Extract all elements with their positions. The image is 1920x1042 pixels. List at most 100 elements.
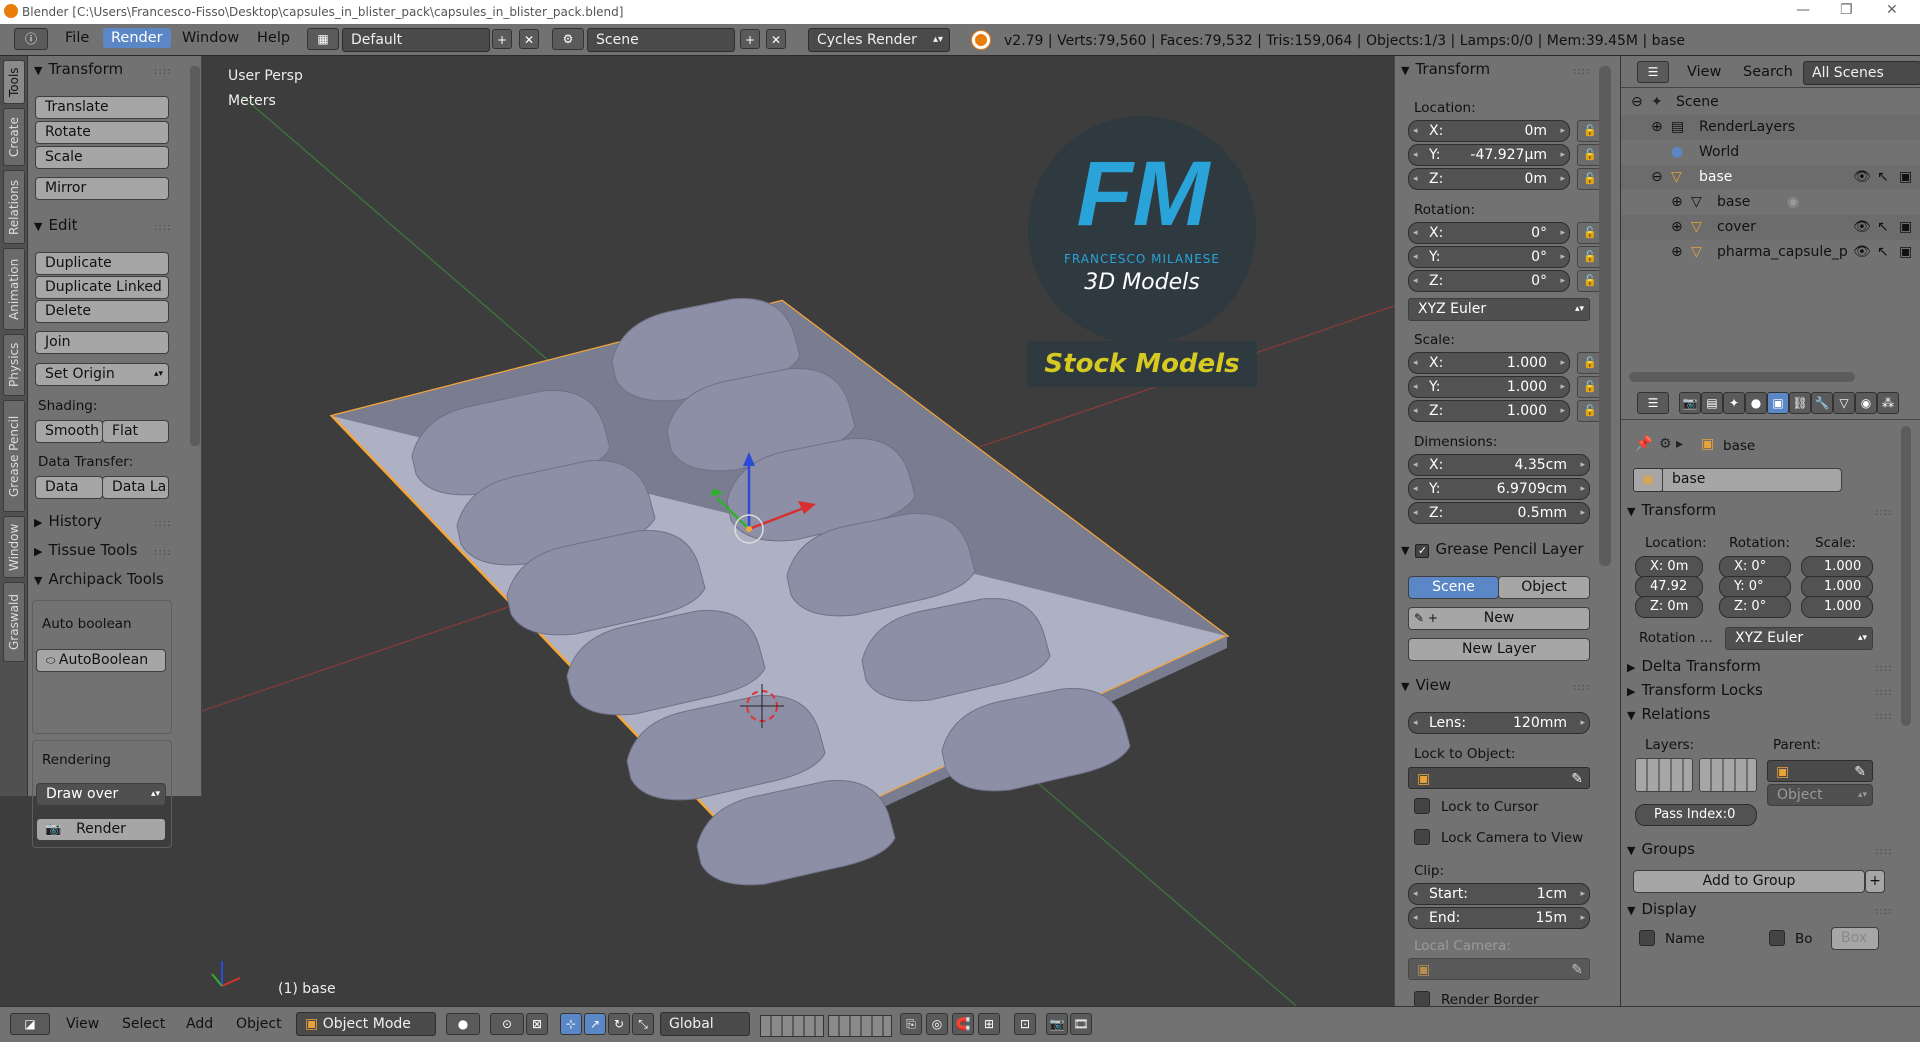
scene-tab-icon[interactable]: ✦ (1723, 392, 1745, 414)
data-button[interactable]: Data (35, 476, 103, 499)
render-camera-icon[interactable]: ▣ (1899, 240, 1912, 265)
eyedropper-icon[interactable]: ✎ (1854, 761, 1866, 783)
object-menu[interactable]: Object (236, 1016, 282, 1032)
viewport-shading-icon[interactable]: ● (446, 1013, 480, 1035)
expand-icon[interactable]: ⊕ (1671, 215, 1683, 240)
translate-button[interactable]: Translate (35, 96, 169, 119)
object-datablock-icon[interactable]: ▣ (1633, 468, 1663, 492)
props-transform-header[interactable]: ▼ Transform (1627, 501, 1716, 519)
outliner-row-renderlayers[interactable]: ⊕ ▤ RenderLayers (1621, 115, 1920, 140)
parent-field[interactable]: ▣ ✎ (1767, 760, 1873, 782)
snap-icon[interactable]: 🧲 (952, 1013, 974, 1035)
outliner-row-scene[interactable]: ⊖ ✦ Scene (1621, 90, 1920, 115)
grease-pencil-layer-header[interactable]: ▼ ✓ Grease Pencil Layer (1401, 540, 1584, 558)
lock-to-cursor-checkbox[interactable] (1414, 798, 1430, 814)
relations-header[interactable]: ▼ Relations (1627, 705, 1710, 723)
select-arrow-icon[interactable]: ↖ (1877, 165, 1889, 190)
pivot-point-icon[interactable]: ⊙ (490, 1013, 524, 1035)
autoboolean-button[interactable]: ⬭ AutoBoolean (36, 649, 166, 672)
props-rotation-mode-dropdown[interactable]: XYZ Euler ▴▾ (1725, 627, 1873, 650)
grip-icon[interactable]: :::: (154, 518, 171, 529)
render-camera-icon[interactable]: ▣ (1899, 215, 1912, 240)
data-tab-icon[interactable]: ▽ (1833, 392, 1855, 414)
remove-layout-icon[interactable]: ✕ (519, 29, 539, 49)
render-tab-icon[interactable]: 📷 (1679, 392, 1701, 414)
outliner-row-world[interactable]: ● World (1621, 140, 1920, 165)
props-scale-x[interactable]: 1.000 (1801, 556, 1873, 578)
grip-icon[interactable]: :::: (154, 222, 171, 233)
props-rot-x[interactable]: X: 0° (1719, 556, 1791, 578)
clip-start-field[interactable]: ◂ Start: 1cm ▸ (1408, 883, 1590, 905)
transform-panel-header[interactable]: ▼ Transform (34, 60, 123, 78)
npanel-scrollbar[interactable] (1599, 66, 1611, 566)
draw-over-dropdown[interactable]: Draw over ▴▾ (36, 783, 166, 806)
properties-scrollbar[interactable] (1901, 426, 1911, 726)
display-header[interactable]: ▼ Display (1627, 900, 1697, 918)
delta-transform-header[interactable]: ▶ Delta Transform (1627, 657, 1761, 675)
props-rot-y[interactable]: Y: 0° (1719, 576, 1791, 598)
dimension-x-field[interactable]: ◂ X: 4.35cm ▸ (1408, 454, 1590, 476)
tab-graswald[interactable]: Graswald (3, 582, 25, 662)
render-border-checkbox[interactable] (1414, 991, 1430, 1006)
visibility-eye-icon[interactable]: 👁 (1853, 165, 1871, 190)
scale-y-field[interactable]: ◂ Y: 1.000 ▸ (1408, 376, 1570, 398)
add-group-plus-icon[interactable]: + (1865, 870, 1885, 893)
mirror-button[interactable]: Mirror (35, 177, 169, 200)
eyedropper-icon[interactable]: ✎ (1571, 959, 1583, 981)
mode-dropdown[interactable]: ▣ Object Mode (296, 1012, 436, 1036)
opengl-render-icon[interactable]: 📷 (1046, 1013, 1068, 1035)
grip-icon[interactable]: :::: (154, 66, 171, 77)
outliner-row-cover[interactable]: ⊕ ▽ cover 👁 ↖ ▣ (1621, 215, 1920, 240)
flat-button[interactable]: Flat (102, 420, 169, 443)
tissue-tools-panel-header[interactable]: ▶ Tissue Tools (34, 541, 137, 559)
props-loc-z[interactable]: Z: 0m (1635, 596, 1703, 618)
scene-selector-icon[interactable]: ⚙ (552, 28, 584, 50)
tab-tools[interactable]: Tools (3, 60, 25, 104)
gp-object-toggle[interactable]: Object (1498, 576, 1590, 599)
rotate-button[interactable]: Rotate (35, 121, 169, 144)
object-name-field[interactable]: base (1662, 468, 1842, 492)
props-scale-y[interactable]: 1.000 (1801, 576, 1873, 598)
join-button[interactable]: Join (35, 331, 169, 354)
menu-render[interactable]: Render (103, 28, 171, 48)
outliner-scrollbar[interactable] (1629, 372, 1855, 382)
modifiers-tab-icon[interactable]: 🔧 (1811, 392, 1833, 414)
gp-scene-toggle[interactable]: Scene (1408, 576, 1499, 599)
opengl-animation-icon[interactable]: 🎞 (1070, 1013, 1092, 1035)
props-loc-y[interactable]: 47.92 (1635, 576, 1703, 598)
grip-icon[interactable]: :::: (1875, 906, 1892, 917)
duplicate-linked-button[interactable]: Duplicate Linked (35, 276, 169, 299)
render-layers-tab-icon[interactable]: ▤ (1701, 392, 1723, 414)
outliner-view-menu[interactable]: View (1687, 64, 1721, 80)
outliner-display-mode[interactable]: All Scenes (1803, 61, 1920, 85)
view-panel-header[interactable]: ▼ View (1401, 676, 1451, 694)
grip-icon[interactable]: :::: (1875, 663, 1892, 674)
menu-window[interactable]: Window (182, 30, 239, 46)
editor-type-info-icon[interactable]: ⓘ (14, 28, 48, 50)
dimension-z-field[interactable]: ◂ Z: 0.5mm ▸ (1408, 502, 1590, 524)
grip-icon[interactable]: :::: (1875, 507, 1892, 518)
grip-icon[interactable]: :::: (1875, 687, 1892, 698)
archipack-tools-panel-header[interactable]: ▼ Archipack Tools (34, 570, 164, 588)
tab-window[interactable]: Window (3, 516, 25, 578)
material-tab-icon[interactable]: ◉ (1855, 392, 1877, 414)
outliner-row-base[interactable]: ⊖ ▽ base 👁 ↖ ▣ (1621, 165, 1920, 190)
tab-relations[interactable]: Relations (3, 170, 25, 244)
tab-physics[interactable]: Physics (3, 334, 25, 396)
close-window-button[interactable]: ✕ (1886, 2, 1898, 18)
add-menu[interactable]: Add (186, 1016, 213, 1032)
layers-grid-left[interactable] (1635, 758, 1693, 792)
render-camera-icon[interactable]: ▣ (1899, 165, 1912, 190)
grip-icon[interactable]: :::: (1875, 711, 1892, 722)
render-engine-dropdown[interactable]: Cycles Render ▴▾ (808, 28, 950, 52)
grip-icon[interactable]: :::: (1573, 66, 1590, 77)
limit-selection-icon[interactable]: ⊠ (526, 1013, 548, 1035)
pin-icon[interactable]: 📌 (1635, 436, 1652, 452)
rotation-y-field[interactable]: ◂ Y: 0° ▸ (1408, 246, 1570, 268)
local-camera-field[interactable]: ▣ ✎ (1408, 958, 1590, 980)
gp-new-layer-button[interactable]: New Layer (1408, 638, 1590, 661)
expand-icon[interactable]: ⊕ (1651, 115, 1663, 140)
grip-icon[interactable]: :::: (154, 547, 171, 558)
scene-field[interactable]: Scene (587, 28, 735, 52)
toolshelf-scrollbar[interactable] (190, 66, 200, 446)
